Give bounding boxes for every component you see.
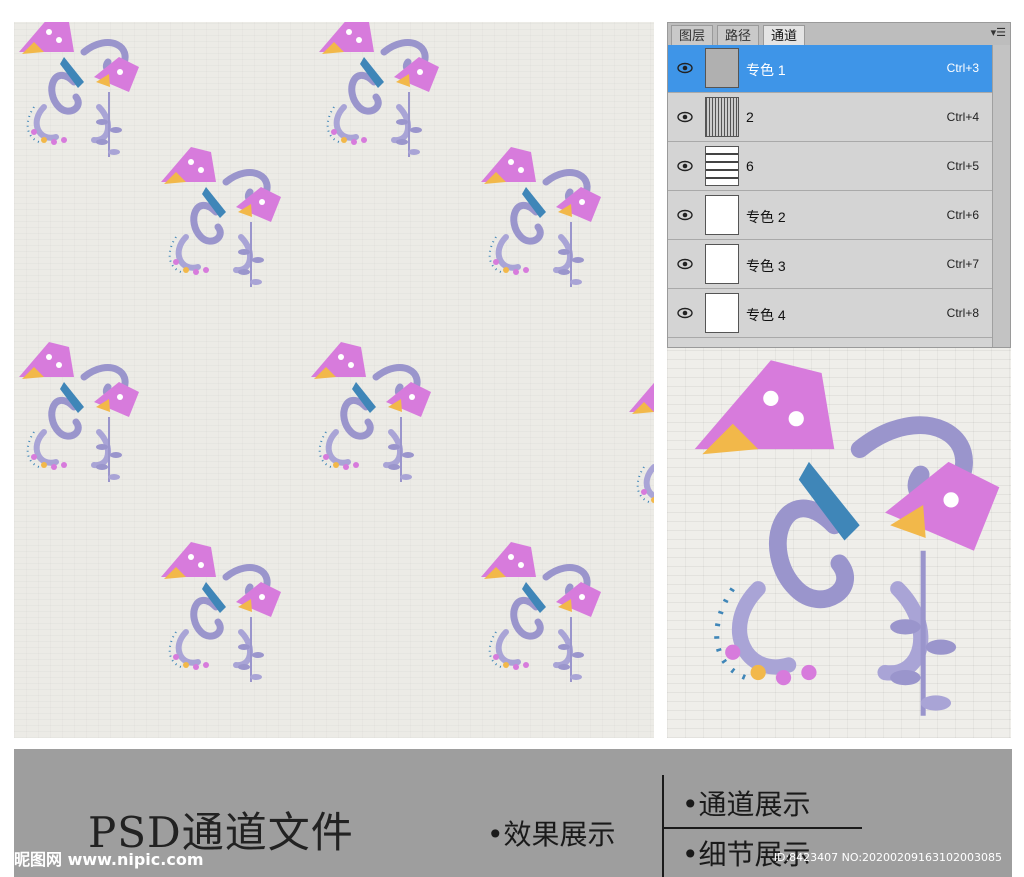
eye-icon[interactable] bbox=[677, 209, 693, 221]
channel-shortcut: Ctrl+3 bbox=[946, 61, 979, 75]
eye-icon[interactable] bbox=[677, 307, 693, 319]
eye-icon[interactable] bbox=[677, 111, 693, 123]
channel-row[interactable]: 2 Ctrl+4 bbox=[668, 94, 993, 142]
flower-motif bbox=[14, 337, 144, 487]
tab-paths[interactable]: 路径 bbox=[717, 25, 760, 45]
channel-name: 专色 4 bbox=[746, 307, 786, 323]
channel-shortcut: Ctrl+5 bbox=[946, 159, 979, 173]
watermark-id: ID:8423407 NO:20200209163102003085 bbox=[773, 851, 1002, 864]
panel-menu-icon[interactable]: ▾☰ bbox=[991, 26, 1006, 39]
flower-motif bbox=[314, 22, 444, 162]
panel-tabbar: 图层 路径 通道 ▾☰ bbox=[668, 23, 1010, 46]
channel-thumbnail bbox=[705, 244, 739, 284]
channel-shortcut: Ctrl+6 bbox=[946, 208, 979, 222]
flower-motif bbox=[306, 337, 436, 487]
tab-channels[interactable]: 通道 bbox=[763, 25, 806, 45]
flower-motif bbox=[156, 142, 286, 292]
flower-detail bbox=[682, 348, 1011, 733]
eye-icon[interactable] bbox=[677, 62, 693, 74]
channel-shortcut: Ctrl+4 bbox=[946, 110, 979, 124]
flower-motif bbox=[156, 537, 286, 687]
channel-name: 2 bbox=[746, 109, 754, 125]
detail-zoom bbox=[667, 348, 1011, 738]
channel-name: 6 bbox=[746, 158, 754, 174]
divider-horizontal bbox=[662, 827, 862, 829]
tab-layers[interactable]: 图层 bbox=[671, 25, 714, 45]
channel-thumbnail bbox=[705, 97, 739, 137]
channel-row[interactable]: 专色 2 Ctrl+6 bbox=[668, 192, 993, 240]
channels-label: •通道展示 bbox=[682, 788, 811, 821]
channel-name: 专色 2 bbox=[746, 209, 786, 225]
channel-shortcut: Ctrl+7 bbox=[946, 257, 979, 271]
watermark-logo: 昵图网 www.nipic.com bbox=[14, 850, 204, 869]
eye-icon[interactable] bbox=[677, 160, 693, 172]
channel-row[interactable]: 专色 4 Ctrl+8 bbox=[668, 290, 993, 338]
flower-motif bbox=[476, 537, 606, 687]
bottom-banner: PSD通道文件 •效果展示 •通道展示 •细节展示 昵图网 www.nipic.… bbox=[14, 749, 1012, 877]
channel-row[interactable]: 专色 3 Ctrl+7 bbox=[668, 241, 993, 289]
flower-motif bbox=[14, 22, 144, 162]
channel-row[interactable]: 6 Ctrl+5 bbox=[668, 143, 993, 191]
channel-shortcut: Ctrl+8 bbox=[946, 306, 979, 320]
pattern-preview bbox=[14, 22, 654, 738]
divider-vertical bbox=[662, 775, 664, 877]
channel-name: 专色 1 bbox=[746, 62, 786, 78]
panel-scrollbar[interactable] bbox=[992, 45, 1010, 347]
channel-row[interactable]: 专色 1 Ctrl+3 bbox=[668, 45, 993, 93]
channel-name: 专色 3 bbox=[746, 258, 786, 274]
channel-thumbnail bbox=[705, 195, 739, 235]
effect-label: •效果展示 bbox=[487, 818, 616, 851]
flower-motif bbox=[476, 142, 606, 292]
channel-thumbnail bbox=[705, 293, 739, 333]
channels-panel: 图层 路径 通道 ▾☰ 专色 1 Ctrl+3 2 Ctrl+4 6 Ctrl+5 专色 2… bbox=[667, 22, 1011, 348]
flower-motif bbox=[624, 372, 654, 522]
eye-icon[interactable] bbox=[677, 258, 693, 270]
channel-thumbnail bbox=[705, 146, 739, 186]
channel-thumbnail bbox=[705, 48, 739, 88]
